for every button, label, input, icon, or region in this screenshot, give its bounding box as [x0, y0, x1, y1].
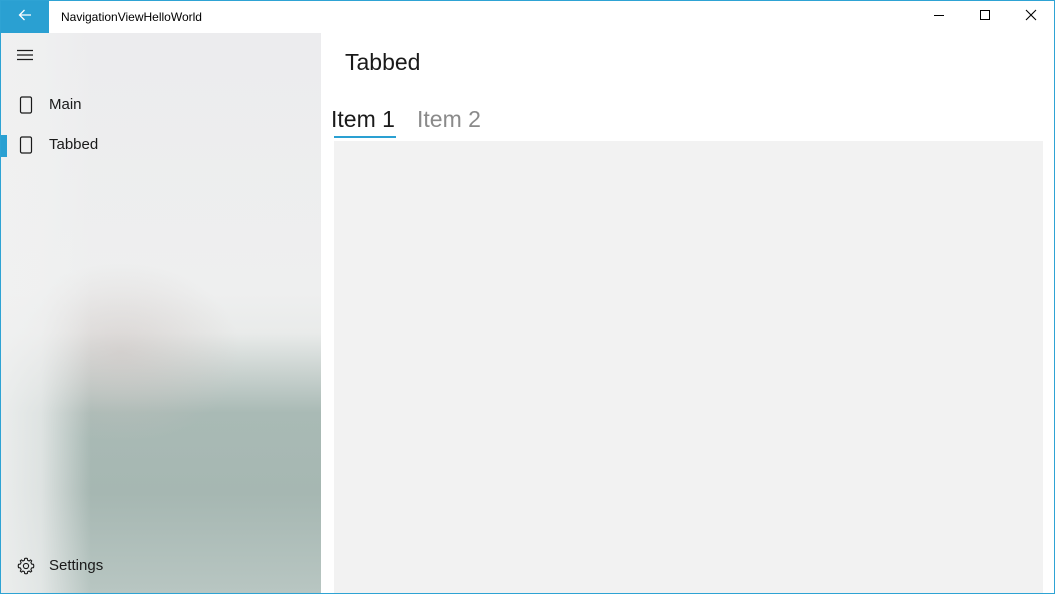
app-window: NavigationViewHelloWorld Main Tabbed Set…	[0, 0, 1055, 594]
tab-item-2[interactable]: Item 2	[417, 101, 481, 137]
back-button[interactable]	[1, 1, 49, 33]
nav-item-settings[interactable]: Settings	[1, 546, 321, 586]
nav-item-tabbed[interactable]: Tabbed	[1, 125, 321, 165]
tab-content-panel	[334, 141, 1043, 593]
nav-item-label: Tabbed	[49, 136, 99, 153]
maximize-button[interactable]	[962, 1, 1008, 33]
selection-indicator	[1, 135, 7, 157]
menu-toggle-button[interactable]	[1, 37, 49, 77]
maximize-icon	[979, 8, 991, 26]
document-icon	[17, 95, 35, 115]
app-title: NavigationViewHelloWorld	[61, 10, 202, 24]
content-area: Tabbed Item 1 Item 2	[321, 33, 1054, 593]
document-icon	[17, 135, 35, 155]
title-bar: NavigationViewHelloWorld	[1, 1, 1054, 33]
arrow-left-icon	[17, 7, 33, 28]
nav-item-label: Settings	[49, 557, 104, 574]
nav-item-label: Main	[49, 96, 82, 113]
close-icon	[1025, 8, 1037, 26]
gear-icon	[17, 556, 35, 576]
hamburger-icon	[16, 48, 34, 67]
navigation-pane: Main Tabbed Settings	[1, 33, 321, 593]
minimize-button[interactable]	[916, 1, 962, 33]
tab-selection-underline	[334, 136, 396, 138]
page-title: Tabbed	[345, 49, 421, 75]
close-button[interactable]	[1008, 1, 1054, 33]
nav-item-main[interactable]: Main	[1, 85, 321, 125]
tab-item-1[interactable]: Item 1	[331, 101, 395, 137]
minimize-icon	[933, 8, 945, 26]
